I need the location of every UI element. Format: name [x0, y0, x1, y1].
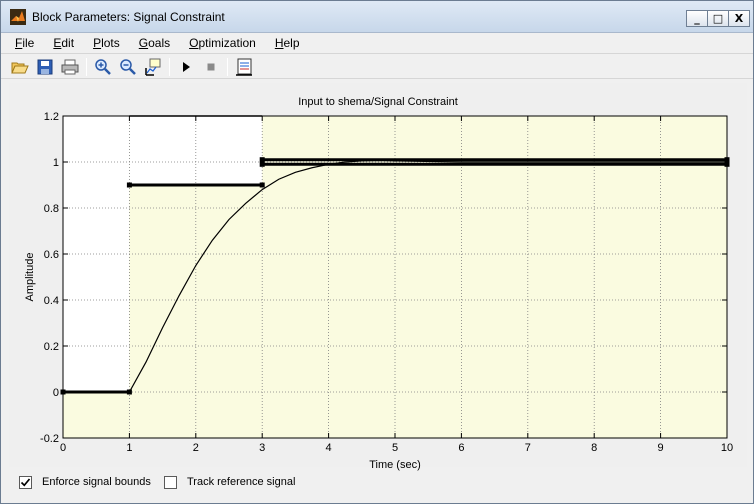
infeasible-region	[63, 116, 130, 438]
track-reference-signal-label: Track reference signal	[187, 476, 296, 488]
x-tick-label: 3	[259, 442, 265, 454]
y-tick-label: 0.8	[44, 203, 59, 215]
y-tick-label: 1	[53, 157, 59, 169]
lower-bound-segment-marker	[259, 182, 265, 188]
signal-constraint-plot[interactable]: 0 1 2 3 4 5 6 7 8 9 10-0.200.20.40.60.811.2Time (s…	[1, 1, 754, 504]
enforce-signal-bounds-option[interactable]: Enforce signal bounds	[19, 474, 151, 490]
plot-background	[63, 392, 130, 438]
y-tick-label: -0.2	[40, 433, 59, 445]
x-tick-label: 7	[525, 442, 531, 454]
x-tick-label: 2	[193, 442, 199, 454]
x-tick-label: 4	[326, 442, 332, 454]
upper-bound-segment-marker	[259, 157, 265, 163]
lower-bound-segment-marker	[724, 161, 730, 167]
x-tick-label: 6	[458, 442, 464, 454]
block-parameters-window: Block Parameters: Signal Constraint _ □ …	[0, 0, 754, 504]
infeasible-region	[129, 116, 263, 185]
y-tick-label: 0.2	[44, 341, 59, 353]
upper-bound-segment-marker	[60, 389, 66, 395]
x-tick-label: 5	[392, 442, 398, 454]
lower-bound-segment-marker	[259, 161, 265, 167]
upper-bound-segment-marker	[126, 389, 132, 395]
lower-bound-segment-marker	[126, 182, 132, 188]
enforce-signal-bounds-label: Enforce signal bounds	[42, 476, 151, 488]
y-tick-label: 0.6	[44, 249, 59, 261]
y-tick-label: 1.2	[44, 111, 59, 123]
upper-bound-segment-marker	[724, 157, 730, 163]
x-tick-label: 9	[658, 442, 664, 454]
x-tick-label: 0	[60, 442, 66, 454]
enforce-signal-bounds-checkbox[interactable]	[19, 475, 32, 489]
x-tick-label: 8	[591, 442, 597, 454]
x-axis-label: Time (sec)	[369, 459, 421, 471]
track-reference-signal-checkbox[interactable]	[164, 475, 177, 489]
x-tick-label: 1	[126, 442, 132, 454]
x-tick-label: 10	[721, 442, 733, 454]
checkmark-icon	[20, 477, 31, 487]
y-tick-label: 0	[53, 387, 59, 399]
track-reference-signal-option[interactable]: Track reference signal	[164, 474, 295, 490]
y-axis-label: Amplitude	[24, 253, 36, 302]
y-tick-label: 0.4	[44, 295, 59, 307]
